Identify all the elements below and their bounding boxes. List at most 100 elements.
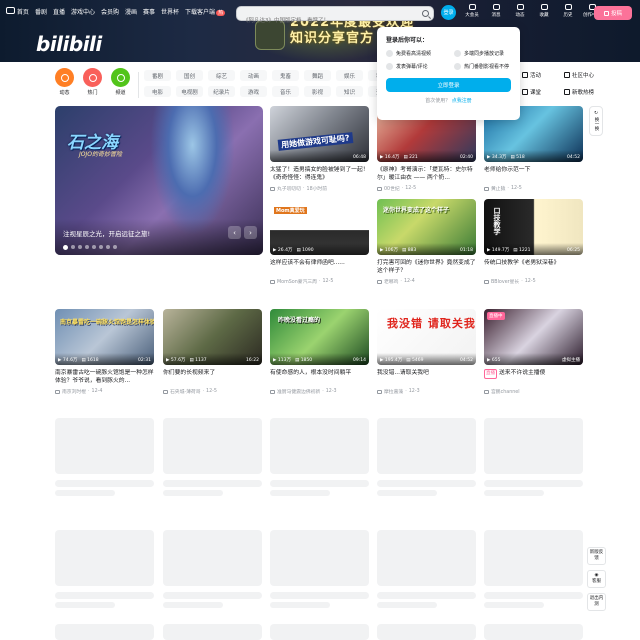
nav-game-center[interactable]: 游戏中心 (71, 7, 95, 16)
video-title[interactable]: 南京暴雷古吃一碗豚火馆饱是一种怎样体验？爷爷说，看到豚火的... (55, 369, 154, 385)
search-icon[interactable] (422, 10, 429, 17)
video-thumbnail[interactable]: 南京暴雷吃一碗豚火馆饱是怎样体验 ▶ 74.6万 ▤ 1618 02:31 (55, 309, 154, 365)
video-title[interactable]: 这样应该不会有律师函吧...... (270, 259, 369, 275)
video-thumbnail[interactable]: 用她做游戏可耻吗? 06:48 (270, 106, 369, 162)
channel-channels[interactable]: 频道 (111, 68, 130, 96)
video-meta[interactable]: 石央城-薄荷哥 · 12-5 (163, 388, 262, 395)
login-button[interactable]: 立即登录 (386, 78, 511, 92)
video-meta[interactable]: 摩拉嘉藻 · 12-3 (377, 388, 476, 395)
video-meta[interactable]: 准厨马健震边佛初新 · 12-3 (270, 388, 369, 395)
video-thumbnail[interactable]: Mom真爱玩 ▶ 26.4万 ▤ 1090 (270, 199, 369, 255)
video-title[interactable]: 太猛了！造男搞女的脸被锤到了一起！《奇奇怪怪：得连鬼》 (270, 166, 369, 182)
feedback-button[interactable]: 新版反馈 (587, 547, 606, 565)
video-card[interactable]: 用她做游戏可耻吗? 06:48 太猛了！造男搞女的脸被锤到了一起！《奇奇怪怪：得连鬼… (270, 106, 369, 192)
video-thumbnail[interactable]: 直播中 ▶ 655 虚拟主播 (484, 309, 583, 365)
category-tag[interactable]: 游戏 (240, 86, 267, 97)
video-card[interactable]: 直播中 ▶ 655 虚拟主播直播 送来不许说主播傻宫鹏channel (484, 309, 583, 395)
upload-button[interactable]: 投稿 (594, 6, 632, 20)
link-music-chart[interactable]: 新歌热榜 (564, 88, 602, 96)
nav-esports[interactable]: 赛事 (143, 7, 155, 16)
video-meta[interactable]: 黄止猿 · 12-5 (484, 185, 583, 192)
hero-carousel[interactable]: 石之海 JOJO的奇妙冒险 注视星辰之光，开启远征之旅! ‹ › (55, 106, 263, 255)
category-tag[interactable]: 影视 (304, 86, 331, 97)
nav-anime[interactable]: 番剧 (35, 7, 47, 16)
chevron-left-icon[interactable]: ‹ (228, 226, 241, 239)
category-tag[interactable]: 纪录片 (208, 86, 235, 97)
customer-service-button[interactable]: ◉ 客服 (587, 570, 606, 588)
carousel-dot[interactable] (99, 245, 103, 249)
category-tag[interactable]: 知识 (336, 86, 363, 97)
carousel-dot[interactable] (78, 245, 82, 249)
video-card[interactable]: 我没错 请取关我吧 ▶ 195.4万▤ 5469 04:52 我没错...请取关我吧摩… (377, 309, 476, 395)
nav-mall[interactable]: 会员购 (101, 7, 119, 16)
video-card[interactable]: 口技教学 ▶ 149.7万 ▤ 1221 06:25 传统口技教学《老男狱深巷》 BBlo… (484, 199, 583, 285)
video-meta[interactable]: 宫鹏channel (484, 388, 583, 395)
login-avatar[interactable]: 登录 (441, 5, 456, 20)
upload-date: 12-5 (322, 279, 334, 284)
category-tag[interactable]: 国创 (176, 70, 203, 81)
link-activity[interactable]: 活动 (522, 71, 560, 79)
video-title[interactable]: 有使命感的人，根本没时间躺平 (270, 369, 369, 385)
video-meta[interactable]: BBlover星长 · 12-5 (484, 278, 583, 285)
history-entry[interactable]: 历史 (556, 4, 580, 18)
video-card[interactable]: 昨晚没看过瘾的 ▶ 113万 ▤ 1850 09:14 有使命感的人，根本没时间躺平准厨… (270, 309, 369, 395)
video-meta[interactable]: 老哪鸡 · 12-4 (377, 278, 476, 285)
carousel-dot[interactable] (85, 245, 89, 249)
video-meta[interactable]: 00世纪 · 12-5 (377, 185, 476, 192)
dynamics-entry[interactable]: 动态 (508, 4, 532, 18)
video-card[interactable]: ▶ 57.6万 ▤ 1137 16:22 你们要的长视频来了石央城-薄荷哥 · 12-5 (163, 309, 262, 395)
messages-entry[interactable]: 消息 (484, 4, 508, 18)
video-title[interactable]: 你们要的长视频来了 (163, 369, 262, 385)
title-text: 打完害可回的《迷你世界》竟然变成了这个样子？ (377, 260, 476, 274)
carousel-dot[interactable] (106, 245, 110, 249)
video-thumbnail[interactable]: ▶ 57.6万 ▤ 1137 16:22 (163, 309, 262, 365)
video-meta[interactable]: 丸子叨叨叨 · 18小时前 (270, 185, 369, 192)
category-tag[interactable]: 综艺 (208, 70, 235, 81)
video-title[interactable]: 直播 送来不许说主播傻 (484, 369, 583, 385)
category-tag[interactable]: 鬼畜 (272, 70, 299, 81)
carousel-dot[interactable] (71, 245, 75, 249)
video-thumbnail[interactable]: 我没错 请取关我吧 ▶ 195.4万▤ 5469 04:52 (377, 309, 476, 365)
refresh-button[interactable]: ↻ 换一换 (589, 106, 603, 136)
video-title[interactable]: 我没错...请取关我吧 (377, 369, 476, 385)
channel-hot[interactable]: 热门 (83, 68, 102, 96)
category-tag[interactable]: 番剧 (144, 70, 171, 81)
nav-home[interactable]: 首页 (6, 7, 29, 16)
video-thumbnail[interactable]: 迷你世界变成了这个样子 ▶ 106万 ▤ 883 01:18 (377, 199, 476, 255)
video-card[interactable]: 南京暴雷吃一碗豚火馆饱是怎样体验 ▶ 74.6万 ▤ 1618 02:31 南京暴雷古吃… (55, 309, 154, 395)
category-tag[interactable]: 舞蹈 (304, 70, 331, 81)
bilibili-logo[interactable]: bilibili (36, 32, 102, 56)
video-thumbnail[interactable]: 口技教学 ▶ 149.7万 ▤ 1221 06:25 (484, 199, 583, 255)
video-title[interactable]: 《原神》考哥演示：「提瓦特：史尔特尔」暖江由衣 —— 两个奶... (377, 166, 476, 182)
nav-manga[interactable]: 漫画 (125, 7, 137, 16)
category-tag[interactable]: 电视剧 (176, 86, 203, 97)
register-link[interactable]: 点我注册 (452, 98, 472, 104)
chevron-right-icon[interactable]: › (244, 226, 257, 239)
link-community[interactable]: 社区中心 (564, 71, 602, 79)
category-tag[interactable]: 娱乐 (336, 70, 363, 81)
video-card[interactable]: 迷你世界变成了这个样子 ▶ 106万 ▤ 883 01:18 打完害可回的《迷你世界》竟… (377, 199, 476, 285)
category-tag[interactable]: 音乐 (272, 86, 299, 97)
video-title[interactable]: 打完害可回的《迷你世界》竟然变成了这个样子？ (377, 259, 476, 275)
carousel-dot[interactable] (113, 245, 117, 249)
video-title[interactable]: 老师给你示范一下 (484, 166, 583, 182)
nav-download-client[interactable]: 下载客户端热 (185, 7, 226, 16)
video-title[interactable]: 传统口技教学《老男狱深巷》 (484, 259, 583, 275)
video-card[interactable]: Mom真爱玩 ▶ 26.4万 ▤ 1090 这样应该不会有律师函吧...... MomS… (270, 199, 369, 285)
favorites-entry[interactable]: 收藏 (532, 4, 556, 18)
nav-worldcup[interactable]: 世界杯 (161, 7, 179, 16)
carousel-dot[interactable] (63, 244, 68, 250)
video-meta[interactable]: 南京刘时棍 · 12-4 (55, 388, 154, 395)
carousel-caption[interactable]: 注视星辰之光，开启远征之旅! (63, 228, 150, 238)
nav-live[interactable]: 直播 (53, 7, 65, 16)
search-input[interactable] (237, 14, 412, 28)
vip-entry[interactable]: 大会员 (460, 4, 484, 18)
video-thumbnail[interactable]: 昨晚没看过瘾的 ▶ 113万 ▤ 1850 09:14 (270, 309, 369, 365)
channel-dynamics[interactable]: 动态 (55, 68, 74, 96)
link-classroom[interactable]: 课堂 (522, 88, 560, 96)
exit-beta-button[interactable]: 退出内测 (587, 593, 606, 611)
video-meta[interactable]: MomSon蒙汽三周 · 12-5 (270, 278, 369, 285)
carousel-dot[interactable] (92, 245, 96, 249)
category-tag[interactable]: 动画 (240, 70, 267, 81)
category-tag[interactable]: 电影 (144, 86, 171, 97)
